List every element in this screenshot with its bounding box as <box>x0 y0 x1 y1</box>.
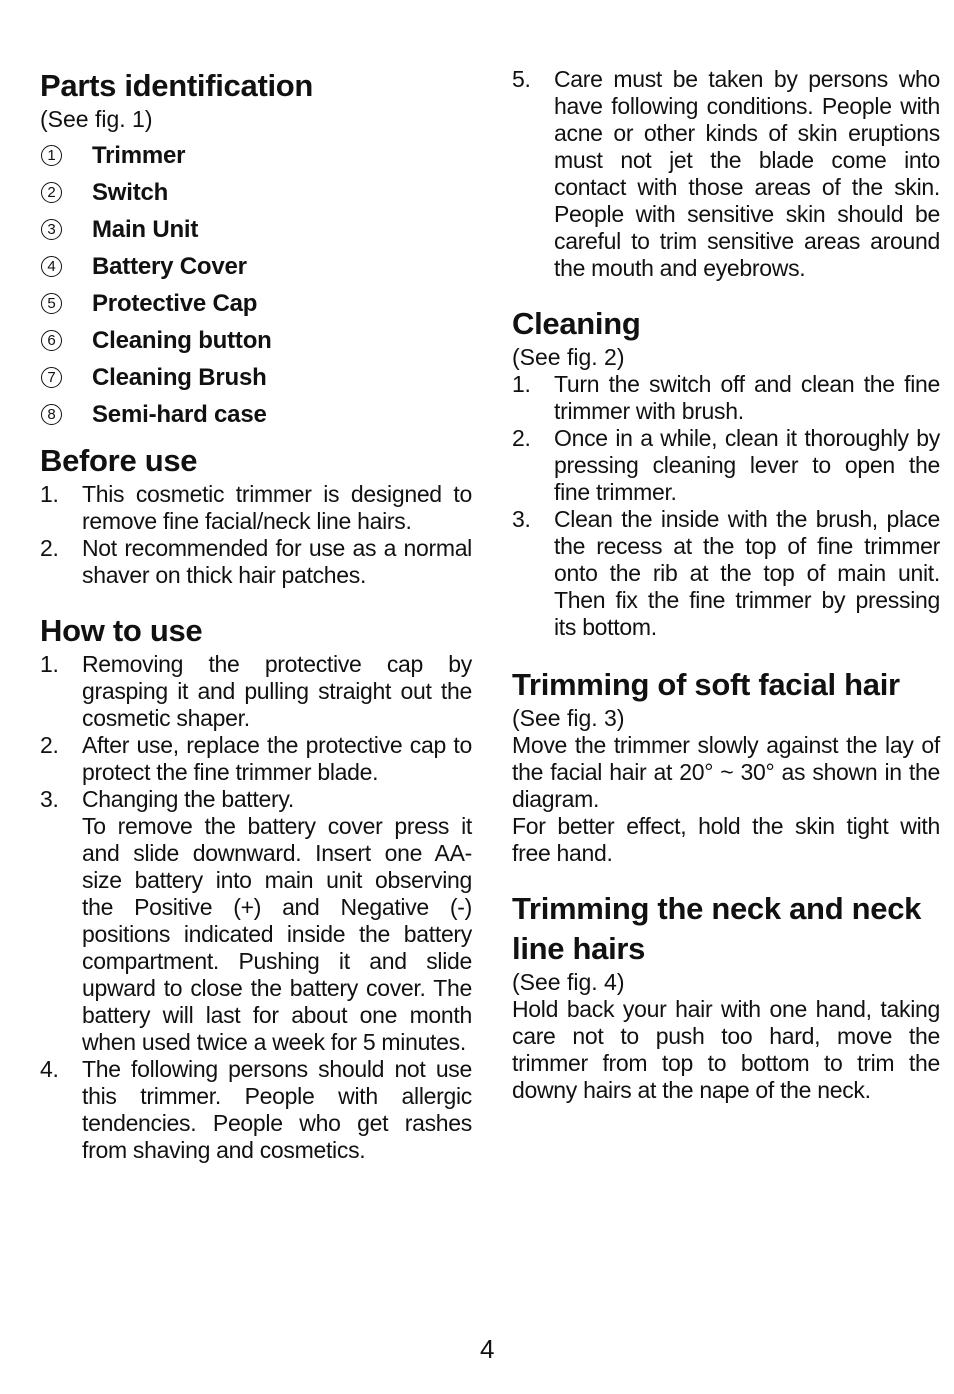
part-label: Cleaning Brush <box>92 363 267 391</box>
circled-number-icon: 6 <box>41 330 62 351</box>
step-item: 1. Turn the switch off and clean the fine… <box>512 371 940 425</box>
how-to-use-section: How to use 1. Removing the protective cap… <box>40 611 472 1164</box>
left-column: Parts identification (See fig. 1) 1 Trimm… <box>40 66 472 1164</box>
soft-facial-hair-section: Trimming of soft facial hair (See fig. 3… <box>512 665 940 867</box>
step-text: Not recommended for use as a normal shav… <box>82 535 472 588</box>
part-item: 6 Cleaning button <box>40 322 472 359</box>
circled-number-icon: 5 <box>41 293 62 314</box>
figure-reference: (See fig. 3) <box>512 705 625 731</box>
step-number: 2. <box>512 425 531 451</box>
section-title: Cleaning <box>512 306 641 341</box>
circled-number-icon: 2 <box>41 182 62 203</box>
circled-number-icon: 1 <box>41 145 62 166</box>
figure-reference: (See fig. 2) <box>512 344 625 370</box>
parts-identification-section: Parts identification (See fig. 1) 1 Trimm… <box>40 66 472 433</box>
part-label: Battery Cover <box>92 252 247 280</box>
step-item: 2. Not recommended for use as a normal sh… <box>40 535 472 589</box>
section-title: Before use <box>40 443 198 478</box>
step-text: Changing the battery. <box>82 786 294 812</box>
step-item: 2. After use, replace the protective cap … <box>40 732 472 786</box>
step-item: 4. The following persons should not use t… <box>40 1056 472 1164</box>
part-label: Semi-hard case <box>92 400 267 428</box>
step-item: 1. Removing the protective cap by graspin… <box>40 651 472 732</box>
step-text: Care must be taken by persons who have f… <box>554 66 940 281</box>
part-label: Main Unit <box>92 215 199 243</box>
parts-list: 1 Trimmer 2 Switch 3 Main Unit 4 Battery Cov… <box>40 137 472 433</box>
step-number: 1. <box>40 481 59 507</box>
part-label: Switch <box>92 178 169 206</box>
part-item: 7 Cleaning Brush <box>40 359 472 396</box>
part-label: Cleaning button <box>92 326 272 354</box>
step-number: 4. <box>40 1056 59 1082</box>
section-title: How to use <box>40 613 203 648</box>
circled-number-icon: 4 <box>41 256 62 277</box>
step-item: 3. Changing the battery. To remove the bat… <box>40 786 472 1056</box>
part-item: 3 Main Unit <box>40 211 472 248</box>
right-column: 5. Care must be taken by persons who have… <box>512 66 940 1104</box>
step-number: 2. <box>40 535 59 561</box>
section-title: Parts identification <box>40 68 314 103</box>
figure-reference: (See fig. 4) <box>512 969 625 995</box>
step-number: 1. <box>512 371 531 397</box>
part-item: 4 Battery Cover <box>40 248 472 285</box>
step-number: 2. <box>40 732 59 758</box>
figure-reference: (See fig. 1) <box>40 106 153 132</box>
paragraph: For better effect, hold the skin tight w… <box>512 813 940 866</box>
step-number: 1. <box>40 651 59 677</box>
page-number: 4 <box>480 1334 495 1364</box>
step-detail: To remove the battery cover press it and… <box>82 813 472 1055</box>
step-item: 3. Clean the inside with the brush, place… <box>512 506 940 641</box>
paragraph: Move the trimmer slowly against the lay … <box>512 732 940 812</box>
part-item: 8 Semi-hard case <box>40 396 472 433</box>
part-label: Trimmer <box>92 141 186 169</box>
section-title: Trimming of soft facial hair <box>512 667 900 702</box>
part-item: 2 Switch <box>40 174 472 211</box>
step-text: The following persons should not use thi… <box>82 1056 472 1163</box>
step-text: Turn the switch off and clean the fine t… <box>554 371 940 424</box>
circled-number-icon: 8 <box>41 404 62 425</box>
step-number: 5. <box>512 66 531 92</box>
step-text: After use, replace the protective cap to… <box>82 732 472 785</box>
circled-number-icon: 3 <box>41 219 62 240</box>
before-use-section: Before use 1. This cosmetic trimmer is de… <box>40 441 472 589</box>
circled-number-icon: 7 <box>41 367 62 388</box>
part-item: 1 Trimmer <box>40 137 472 174</box>
paragraph: Hold back your hair with one hand, takin… <box>512 996 940 1103</box>
step-text: This cosmetic trimmer is designed to rem… <box>82 481 472 534</box>
neck-hair-section: Trimming the neck and neck line hairs (S… <box>512 889 940 1104</box>
step-item: 1. This cosmetic trimmer is designed to r… <box>40 481 472 535</box>
cleaning-section: Cleaning (See fig. 2) 1. Turn the switch … <box>512 304 940 641</box>
step-item: 5. Care must be taken by persons who have… <box>512 66 940 282</box>
part-item: 5 Protective Cap <box>40 285 472 322</box>
section-title: Trimming the neck and neck line hairs <box>512 891 922 966</box>
step-text: Clean the inside with the brush, place t… <box>554 506 940 640</box>
steps-list: 5. Care must be taken by persons who have… <box>512 66 940 282</box>
step-number: 3. <box>512 506 531 532</box>
step-text: Removing the protective cap by grasping … <box>82 651 472 731</box>
step-text: Once in a while, clean it thoroughly by … <box>554 425 940 505</box>
part-label: Protective Cap <box>92 289 258 317</box>
steps-list: 1. This cosmetic trimmer is designed to r… <box>40 481 472 589</box>
steps-list: 1. Removing the protective cap by graspin… <box>40 651 472 1164</box>
step-number: 3. <box>40 786 59 812</box>
step-item: 2. Once in a while, clean it thoroughly b… <box>512 425 940 506</box>
steps-list: 1. Turn the switch off and clean the fine… <box>512 371 940 641</box>
